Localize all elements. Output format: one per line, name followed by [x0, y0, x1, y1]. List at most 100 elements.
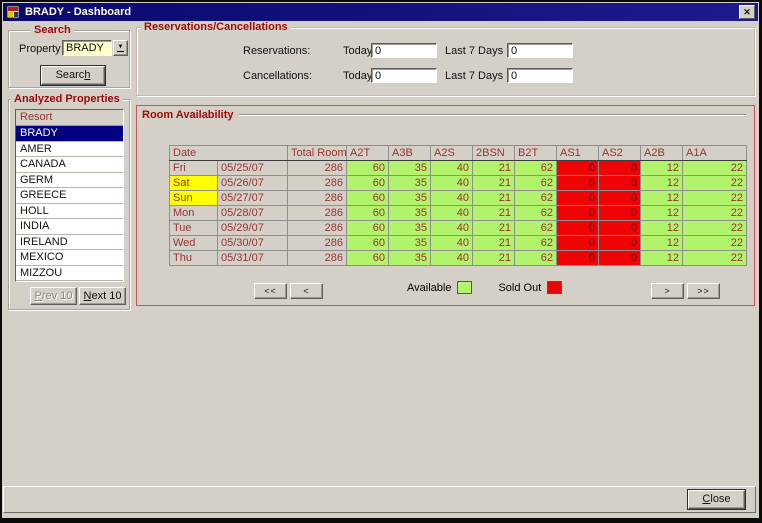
property-combobox[interactable]: BRADY [62, 40, 112, 56]
value-cell: 12 [640, 205, 683, 221]
list-item[interactable]: INDIA [16, 219, 123, 235]
title-divider [239, 114, 746, 116]
room-availability-title: Room Availability [142, 109, 234, 121]
value-cell: 40 [430, 205, 473, 221]
list-item[interactable]: GERM [16, 173, 123, 188]
value-cell: 40 [430, 250, 473, 266]
list-item[interactable]: HOLL [16, 204, 123, 219]
day-cell: Mon [169, 205, 218, 221]
value-cell: 0 [556, 250, 599, 266]
value-cell: 22 [682, 220, 747, 236]
value-cell: 60 [346, 190, 389, 206]
column-header: 2BSN [472, 145, 515, 161]
close-button[interactable]: Close [687, 489, 746, 510]
reservations-row-label: Reservations: [243, 45, 311, 57]
value-cell: 21 [472, 235, 515, 251]
date-cell: 05/28/07 [217, 205, 288, 221]
next-10-button[interactable]: Next 10 [79, 287, 126, 305]
resort-list[interactable]: Resort BRADY AMER CANADA GERM GREECE HOLL INDI… [15, 109, 124, 282]
reservations-last7-field[interactable] [507, 43, 573, 58]
list-item[interactable]: AMER [16, 142, 123, 157]
list-item[interactable]: MIZZOU [16, 266, 123, 281]
value-cell: 21 [472, 220, 515, 236]
close-window-button[interactable]: ✕ [739, 5, 755, 19]
last-page-button[interactable]: >> [687, 283, 720, 299]
value-cell: 21 [472, 250, 515, 266]
date-cell: 05/31/07 [217, 250, 288, 266]
list-item[interactable]: CANADA [16, 157, 123, 173]
list-item[interactable]: IRELAND [16, 235, 123, 250]
availability-row: Tue 05/29/07 286 60 35 40 21 62 0 0 12 22 [169, 220, 747, 236]
availability-table-body: Fri 05/25/07 286 60 35 40 21 62 0 0 12 22 Sat 05/26/0… [169, 160, 747, 266]
availability-row: Sun 05/27/07 286 60 35 40 21 62 0 0 12 22 [169, 190, 747, 206]
titlebar: BRADY - Dashboard ✕ [3, 3, 758, 21]
search-button[interactable]: Search [40, 65, 106, 86]
date-cell: 05/25/07 [217, 160, 288, 176]
room-availability-table: Date Total Room A2T A3B A2S 2BSN B2T AS1 AS2 A2B A… [169, 145, 747, 266]
dashboard-window: BRADY - Dashboard ✕ Search Property BRAD… [0, 0, 762, 523]
next-page-button[interactable]: > [651, 283, 684, 299]
value-cell: 62 [514, 190, 557, 206]
list-item[interactable]: MEXICO [16, 250, 123, 266]
value-cell: 35 [388, 175, 431, 191]
column-header: A2B [640, 145, 683, 161]
search-panel-title: Search [31, 24, 74, 37]
value-cell: 62 [514, 160, 557, 176]
analyzed-properties-title: Analyzed Properties [11, 93, 123, 106]
footer-bar: Close [3, 486, 756, 513]
search-panel: Search Property BRADY ▼ Search [8, 24, 130, 88]
day-cell: Tue [169, 220, 218, 236]
value-cell: 60 [346, 235, 389, 251]
value-cell: 40 [430, 160, 473, 176]
availability-row: Fri 05/25/07 286 60 35 40 21 62 0 0 12 22 [169, 160, 747, 176]
cancellations-last7-field[interactable] [507, 68, 573, 83]
availability-header-row: Date Total Room A2T A3B A2S 2BSN B2T AS1 AS2 A2B A… [169, 145, 747, 161]
value-cell: 22 [682, 235, 747, 251]
today-label: Today [343, 45, 373, 57]
availability-row: Sat 05/26/07 286 60 35 40 21 62 0 0 12 22 [169, 175, 747, 191]
value-cell: 21 [472, 205, 515, 221]
value-cell: 40 [430, 190, 473, 206]
window-title: BRADY - Dashboard [25, 6, 132, 18]
date-cell: 05/26/07 [217, 175, 288, 191]
value-cell: 0 [598, 175, 641, 191]
value-cell: 35 [388, 190, 431, 206]
total-room-cell: 286 [287, 190, 347, 206]
value-cell: 35 [388, 235, 431, 251]
value-cell: 0 [556, 205, 599, 221]
value-cell: 60 [346, 205, 389, 221]
last7-label-2: Last 7 Days [445, 70, 504, 82]
value-cell: 62 [514, 250, 557, 266]
prev-10-button[interactable]: Prev 10 [30, 287, 77, 305]
value-cell: 22 [682, 160, 747, 176]
value-cell: 0 [556, 235, 599, 251]
value-cell: 60 [346, 175, 389, 191]
value-cell: 22 [682, 190, 747, 206]
first-page-button[interactable]: << [254, 283, 287, 299]
value-cell: 12 [640, 250, 683, 266]
reservations-today-field[interactable] [371, 43, 437, 58]
last7-label: Last 7 Days [445, 45, 504, 57]
reservations-panel-title: Reservations/Cancellations [141, 21, 291, 34]
total-room-cell: 286 [287, 250, 347, 266]
value-cell: 0 [598, 160, 641, 176]
value-cell: 62 [514, 205, 557, 221]
value-cell: 40 [430, 220, 473, 236]
resort-list-body: BRADY AMER CANADA GERM GREECE HOLL INDIA IRELAN… [16, 126, 123, 281]
date-cell: 05/30/07 [217, 235, 288, 251]
list-item[interactable]: GREECE [16, 188, 123, 204]
day-cell: Sun [169, 190, 218, 206]
value-cell: 60 [346, 220, 389, 236]
prev-page-button[interactable]: < [290, 283, 323, 299]
value-cell: 12 [640, 160, 683, 176]
value-cell: 0 [598, 250, 641, 266]
column-header: Date [169, 145, 288, 161]
value-cell: 21 [472, 175, 515, 191]
property-dropdown-button[interactable]: ▼ [113, 40, 128, 56]
value-cell: 62 [514, 235, 557, 251]
list-item[interactable]: BRADY [16, 126, 123, 142]
cancellations-today-field[interactable] [371, 68, 437, 83]
legend-soldout-label: Sold Out [498, 281, 542, 294]
resort-list-header: Resort [16, 110, 123, 126]
value-cell: 60 [346, 250, 389, 266]
